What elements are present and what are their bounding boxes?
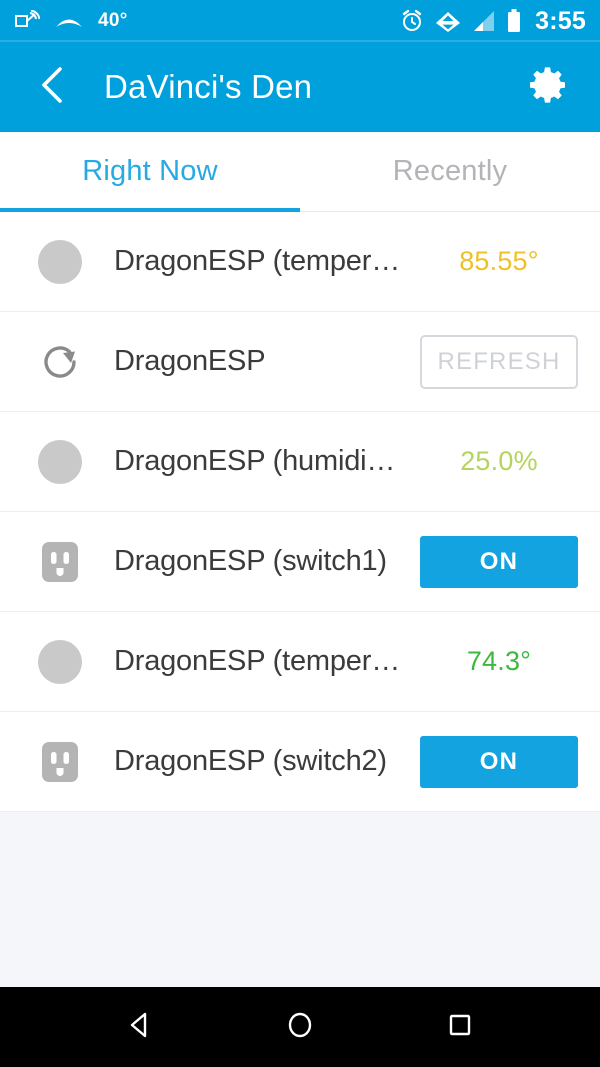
device-control: ON <box>420 735 578 788</box>
outlet-icon <box>34 536 86 588</box>
status-bar-clock: 3:55 <box>535 6 586 35</box>
device-name: DragonESP (temper… <box>114 645 400 677</box>
device-control: 74.3° <box>420 646 578 677</box>
device-name: DragonESP (temper… <box>114 245 400 277</box>
weather-cloud-icon <box>54 12 84 30</box>
back-triangle-icon <box>124 1009 156 1046</box>
alarm-icon <box>400 9 424 33</box>
tab-recently[interactable]: Recently <box>300 132 600 211</box>
sensor-dot-icon <box>34 236 86 288</box>
list-item[interactable]: DragonESP (temper… 74.3° <box>0 612 600 712</box>
status-bar-left: 40° <box>14 10 128 32</box>
device-name: DragonESP (switch2) <box>114 745 387 777</box>
list-item[interactable]: DragonESP (humidi… 25.0% <box>0 412 600 512</box>
switch-on-button[interactable]: ON <box>420 735 578 788</box>
battery-icon <box>507 9 521 33</box>
gear-icon <box>527 63 571 112</box>
tab-right-now-label: Right Now <box>82 155 218 187</box>
device-control: 25.0% <box>420 446 578 477</box>
list-item[interactable]: DragonESP REFRESH <box>0 312 600 412</box>
refresh-arrow-icon <box>34 336 86 388</box>
device-control: ON <box>420 535 578 588</box>
sensor-dot-icon <box>34 436 86 488</box>
outlet-icon <box>34 736 86 788</box>
nav-back-button[interactable] <box>108 995 172 1059</box>
status-bar-right: 3:55 <box>400 7 586 36</box>
list-item[interactable]: DragonESP (switch2) ON <box>0 712 600 812</box>
tab-right-now[interactable]: Right Now <box>0 132 300 212</box>
tab-bar: Right Now Recently <box>0 132 600 212</box>
list-item[interactable]: DragonESP (switch1) ON <box>0 512 600 612</box>
sensor-dot-icon <box>34 636 86 688</box>
tab-recently-label: Recently <box>392 155 508 187</box>
device-control: REFRESH <box>420 334 578 389</box>
app-root: 40° 3:55 DaVinci's Den Right Now Recentl… <box>0 0 600 1067</box>
nav-home-button[interactable] <box>268 995 332 1059</box>
back-chevron-icon <box>35 65 69 110</box>
device-control: 85.55° <box>420 246 578 277</box>
list-item[interactable]: DragonESP (temper… 85.55° <box>0 212 600 312</box>
page-title: DaVinci's Den <box>104 68 313 105</box>
cast-screen-icon <box>14 10 40 32</box>
system-nav-bar <box>0 987 600 1067</box>
device-name: DragonESP <box>114 345 266 377</box>
recents-square-icon <box>444 1009 476 1046</box>
home-circle-icon <box>284 1009 316 1046</box>
nav-recents-button[interactable] <box>428 995 492 1059</box>
sensor-value: 85.55° <box>459 246 539 276</box>
sensor-value: 74.3° <box>466 646 532 676</box>
back-button[interactable] <box>30 65 74 109</box>
refresh-button[interactable]: REFRESH <box>420 334 578 389</box>
sensor-value: 25.0% <box>460 446 538 476</box>
cell-signal-icon <box>472 10 496 32</box>
empty-list-area <box>0 812 600 984</box>
device-name: DragonESP (switch1) <box>114 545 387 577</box>
device-name: DragonESP (humidi… <box>114 445 396 477</box>
wifi-icon <box>435 10 461 32</box>
settings-button[interactable] <box>526 64 572 110</box>
status-bar: 40° 3:55 <box>0 0 600 42</box>
app-bar: DaVinci's Den <box>0 42 600 132</box>
switch-on-button[interactable]: ON <box>420 535 578 588</box>
weather-temperature: 40° <box>98 10 128 31</box>
device-list: DragonESP (temper… 85.55° DragonESP REFR… <box>0 212 600 812</box>
